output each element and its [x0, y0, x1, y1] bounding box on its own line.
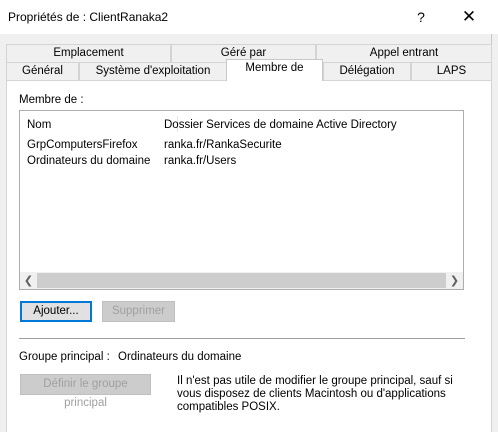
- tab-membre-de[interactable]: Membre de: [226, 59, 323, 81]
- group-folder: ranka.fr/Users: [164, 155, 237, 167]
- scroll-thumb[interactable]: [37, 273, 446, 288]
- list-item[interactable]: Ordinateurs du domaine ranka.fr/Users: [20, 153, 463, 169]
- set-primary-group-button[interactable]: Définir le groupe principal: [20, 374, 151, 409]
- remove-button[interactable]: Supprimer: [102, 301, 175, 322]
- tab-appel-entrant[interactable]: Appel entrant: [316, 44, 492, 62]
- close-button[interactable]: ✕: [452, 0, 486, 34]
- add-button[interactable]: Ajouter...: [20, 301, 92, 322]
- help-button[interactable]: ?: [404, 0, 438, 34]
- separator: [19, 338, 465, 339]
- column-header-name[interactable]: Nom: [27, 116, 51, 134]
- tab-delegation[interactable]: Délégation: [323, 62, 411, 80]
- window-title: Propriétés de : ClientRanaka2: [8, 10, 169, 24]
- group-folder: ranka.fr/RankaSecurite: [164, 139, 282, 151]
- scroll-left-icon[interactable]: ❮: [20, 272, 37, 289]
- member-of-list[interactable]: Nom Dossier Services de domaine Active D…: [19, 110, 464, 290]
- member-of-label: Membre de :: [19, 94, 84, 106]
- scroll-right-icon[interactable]: ❯: [446, 272, 463, 289]
- primary-group-info: Il n'est pas utile de modifier le groupe…: [177, 375, 453, 413]
- tab-general[interactable]: Général: [6, 62, 79, 80]
- title-bar: Propriétés de : ClientRanaka2 ? ✕: [0, 0, 498, 34]
- column-header-folder[interactable]: Dossier Services de domaine Active Direc…: [164, 116, 397, 134]
- tab-emplacement[interactable]: Emplacement: [6, 44, 171, 62]
- help-icon: ?: [417, 9, 425, 25]
- group-name: Ordinateurs du domaine: [27, 155, 151, 167]
- tab-systeme-exploitation[interactable]: Système d'exploitation: [79, 62, 227, 80]
- tab-laps[interactable]: LAPS: [411, 62, 492, 80]
- window-edge: [491, 34, 492, 44]
- primary-group-value: Ordinateurs du domaine: [118, 351, 242, 363]
- close-icon: ✕: [461, 7, 477, 26]
- group-name: GrpComputersFirefox: [27, 139, 138, 151]
- list-item[interactable]: GrpComputersFirefox ranka.fr/RankaSecuri…: [20, 137, 463, 153]
- primary-group-label: Groupe principal :: [19, 351, 110, 363]
- horizontal-scrollbar[interactable]: ❮ ❯: [20, 272, 463, 289]
